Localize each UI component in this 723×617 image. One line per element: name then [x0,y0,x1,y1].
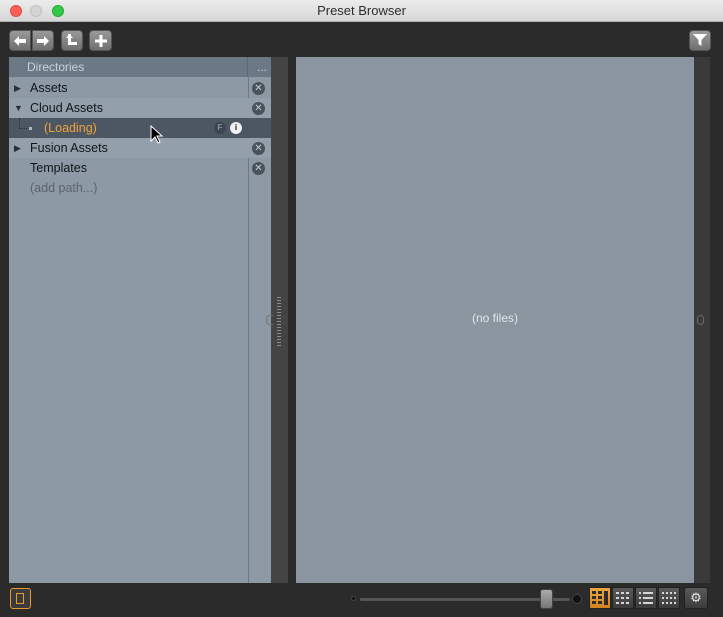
directory-item-label: (Loading) [44,121,97,135]
directory-item-assets[interactable]: ▶ Assets ✕ [9,78,271,98]
bottom-bar: ⚙ [0,583,723,617]
thumbnail-grid-view-button[interactable] [658,587,680,609]
directory-item-label: Assets [30,81,68,95]
small-icons-view-button[interactable] [612,587,634,609]
remove-path-icon[interactable]: ✕ [252,82,265,95]
expand-arrow-icon[interactable]: ▶ [14,138,21,158]
view-mode-group [589,587,680,611]
gear-icon: ⚙ [690,590,702,605]
filter-funnel-icon [693,34,707,46]
tree-connector [19,128,27,129]
directory-item-label: Templates [30,161,87,175]
thumbnail-size-slider[interactable] [360,598,570,601]
directory-item-fusion-assets[interactable]: ▶ Fusion Assets ✕ [9,138,271,158]
directory-item-cloud-assets[interactable]: ▼ Cloud Assets ✕ [9,98,271,118]
add-button[interactable] [89,30,112,51]
scroll-handle-icon[interactable] [697,315,704,325]
title-bar: Preset Browser [0,0,723,22]
directory-item-label: Fusion Assets [30,141,108,155]
list-view-button[interactable] [635,587,657,609]
add-path-item[interactable]: (add path...) [9,178,271,198]
splitter-handle-icon[interactable] [266,315,273,325]
remove-path-icon[interactable]: ✕ [252,162,265,175]
directories-menu-button[interactable]: ... [257,57,267,77]
large-icons-view-button[interactable] [589,587,611,609]
slider-thumb[interactable] [540,589,553,609]
remove-path-icon[interactable]: ✕ [252,142,265,155]
directories-header: Directories ... [9,57,271,77]
directory-item-templates[interactable]: Templates ✕ [9,158,271,178]
remove-path-icon[interactable]: ✕ [252,102,265,115]
tree-connector [19,118,20,128]
arrow-right-icon [37,35,49,46]
zoom-window-button[interactable] [52,5,64,17]
settings-button[interactable]: ⚙ [684,587,708,609]
thumbnail-grid-view-icon [662,592,676,604]
toggle-sidebar-button[interactable] [10,588,31,609]
splitter-grip-icon[interactable] [277,297,281,347]
large-icons-view-icon [592,591,608,605]
add-path-label: (add path...) [30,181,98,195]
minimize-window-button[interactable] [30,5,42,17]
mouse-cursor-icon [150,125,164,144]
parent-directory-icon [66,33,77,45]
plus-icon [94,34,107,47]
expand-arrow-icon[interactable]: ▶ [14,78,21,98]
collapse-arrow-icon[interactable]: ▼ [14,98,23,118]
forward-button[interactable] [32,30,54,51]
close-window-button[interactable] [10,5,22,17]
slider-max-icon [572,594,582,604]
list-view-icon [639,592,653,604]
preset-browser-window: Directories ... ▶ Assets ✕ ▼ Cloud Asset… [0,22,723,617]
favorite-badge-icon[interactable]: F [214,122,226,134]
directories-header-label: Directories [27,60,85,74]
small-icons-view-icon [616,592,629,604]
arrow-left-icon [14,35,26,46]
sidebar-toggle-icon [16,593,24,604]
filter-button[interactable] [689,30,711,51]
directory-item-loading[interactable]: (Loading) F i [9,118,271,138]
info-badge-icon[interactable]: i [230,122,242,134]
files-scrollbar[interactable] [694,57,710,583]
panel-splitter[interactable] [266,57,288,583]
tree-node-icon [29,127,32,130]
toolbar [0,22,723,56]
files-panel: (no files) [296,57,694,583]
back-button[interactable] [9,30,31,51]
slider-min-icon [351,596,356,601]
window-title: Preset Browser [317,3,406,18]
directories-panel: Directories ... ▶ Assets ✕ ▼ Cloud Asset… [9,57,271,583]
directory-item-label: Cloud Assets [30,101,103,115]
no-files-message: (no files) [471,311,518,325]
parent-directory-button[interactable] [61,30,83,51]
